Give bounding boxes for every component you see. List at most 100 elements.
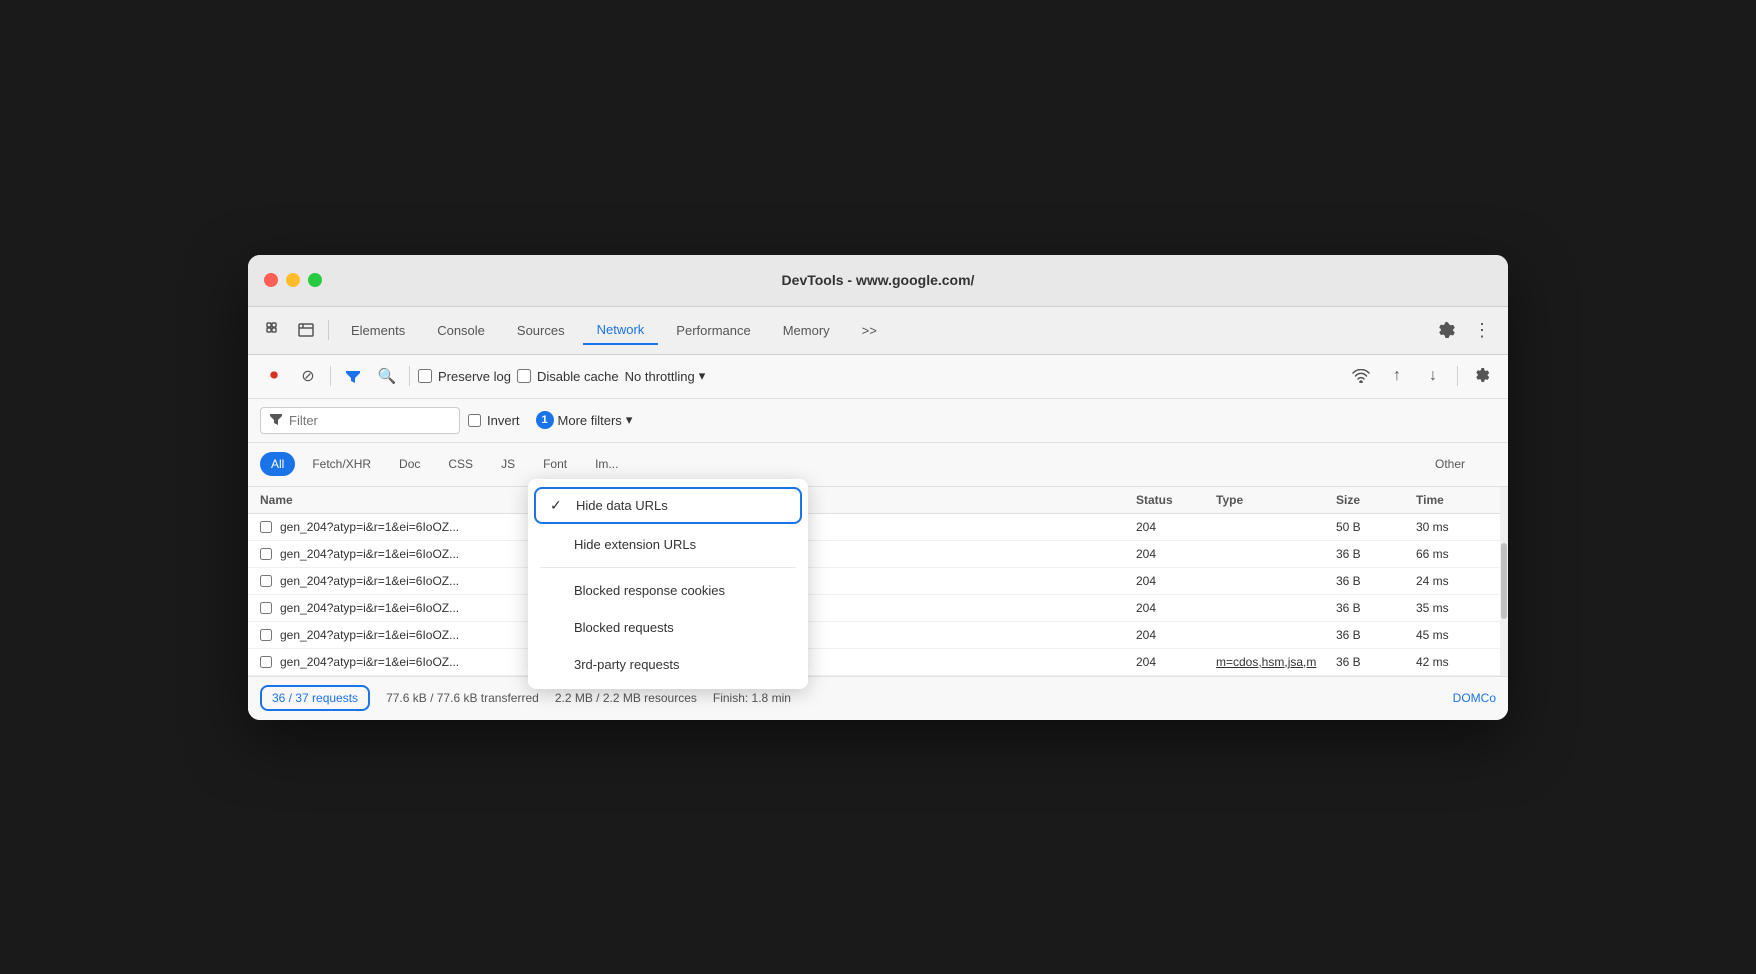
- search-button[interactable]: 🔍: [373, 362, 401, 390]
- throttle-selector[interactable]: No throttling ▾: [625, 368, 706, 384]
- tabs-bar: Elements Console Sources Network Perform…: [248, 307, 1508, 355]
- type-other-button[interactable]: Other: [1424, 452, 1476, 476]
- scrollbar-thumb[interactable]: [1501, 543, 1507, 619]
- tab-more[interactable]: >>: [848, 317, 891, 344]
- dropdown-item-label: Blocked requests: [574, 620, 674, 635]
- type-font-button[interactable]: Font: [532, 452, 578, 476]
- row-size: 36 B: [1336, 574, 1416, 588]
- table-row[interactable]: gen_204?atyp=i&r=1&ei=6IoOZ... 204 36 B …: [248, 541, 1508, 568]
- checkmark-icon: ✓: [550, 497, 566, 514]
- stop-recording-button[interactable]: ⏺: [260, 362, 288, 390]
- row-size: 36 B: [1336, 601, 1416, 615]
- row-size: 36 B: [1336, 547, 1416, 561]
- filter-icon-button[interactable]: [339, 362, 367, 390]
- cursor-icon[interactable]: [260, 316, 288, 344]
- type-filter-bar: All Fetch/XHR Doc CSS JS Font Im... ✓ Hi…: [248, 443, 1508, 487]
- dropdown-item-hide-extension-urls[interactable]: ✓ Hide extension URLs: [528, 526, 808, 563]
- minimize-button[interactable]: [286, 273, 300, 287]
- more-vert-icon[interactable]: ⋮: [1468, 316, 1496, 344]
- settings-icon[interactable]: [1432, 316, 1460, 344]
- dropdown-item-third-party[interactable]: ✓ 3rd-party requests: [528, 646, 808, 683]
- invert-checkbox[interactable]: [468, 414, 481, 427]
- disable-cache-text: Disable cache: [537, 369, 619, 384]
- network-toolbar: ⏺ ⊘ 🔍 Preserve log Disable cache No thro…: [248, 355, 1508, 399]
- type-css-button[interactable]: CSS: [437, 452, 484, 476]
- row-time: 45 ms: [1416, 628, 1496, 642]
- row-name: gen_204?atyp=i&r=1&ei=6IoOZ...: [280, 574, 459, 588]
- upload-har-icon[interactable]: ↑: [1383, 362, 1411, 390]
- table-row[interactable]: gen_204?atyp=i&r=1&ei=6IoOZ... 204 36 B …: [248, 568, 1508, 595]
- row-size: 36 B: [1336, 628, 1416, 642]
- tab-network[interactable]: Network: [583, 316, 659, 345]
- dropdown-item-hide-data-urls[interactable]: ✓ Hide data URLs: [534, 487, 802, 524]
- row-type: m=cdos,hsm,jsa,m: [1216, 655, 1336, 669]
- row-name: gen_204?atyp=i&r=1&ei=6IoOZ...: [280, 520, 459, 534]
- dropdown-divider: [540, 567, 796, 568]
- network-settings-icon[interactable]: [1468, 362, 1496, 390]
- col-time: Time: [1416, 493, 1496, 507]
- dropdown-item-label: Hide data URLs: [576, 498, 668, 513]
- type-js-button[interactable]: JS: [490, 452, 526, 476]
- separator-2: [409, 366, 410, 386]
- invert-text: Invert: [487, 413, 520, 428]
- row-time: 35 ms: [1416, 601, 1496, 615]
- more-filters-button[interactable]: 1 More filters ▾: [528, 407, 641, 433]
- tab-memory[interactable]: Memory: [769, 317, 844, 344]
- filter-input-wrap: [260, 407, 460, 434]
- row-checkbox[interactable]: [260, 575, 272, 587]
- row-time: 66 ms: [1416, 547, 1496, 561]
- filter-bar: Invert 1 More filters ▾: [248, 399, 1508, 443]
- clear-button[interactable]: ⊘: [294, 362, 322, 390]
- row-name: gen_204?atyp=i&r=1&ei=6IoOZ...: [280, 601, 459, 615]
- inspector-icon[interactable]: [292, 316, 320, 344]
- devtools-window: DevTools - www.google.com/ Elements Cons…: [248, 255, 1508, 720]
- row-checkbox[interactable]: [260, 521, 272, 533]
- tab-sources[interactable]: Sources: [503, 317, 579, 344]
- type-all-button[interactable]: All: [260, 452, 295, 476]
- invert-label[interactable]: Invert: [468, 413, 520, 428]
- separator-1: [330, 366, 331, 386]
- chevron-down-icon: ▾: [699, 368, 706, 384]
- table-row[interactable]: gen_204?atyp=i&r=1&ei=6IoOZ... 204 50 B …: [248, 514, 1508, 541]
- row-name: gen_204?atyp=i&r=1&ei=6IoOZ...: [280, 628, 459, 642]
- dropdown-item-blocked-requests[interactable]: ✓ Blocked requests: [528, 609, 808, 646]
- tab-console[interactable]: Console: [423, 317, 499, 344]
- separator-3: [1457, 366, 1458, 386]
- status-bar: 36 / 37 requests 77.6 kB / 77.6 kB trans…: [248, 676, 1508, 720]
- type-img-button[interactable]: Im...: [584, 452, 629, 476]
- tab-elements[interactable]: Elements: [337, 317, 419, 344]
- window-title: DevTools - www.google.com/: [782, 272, 975, 288]
- row-time: 42 ms: [1416, 655, 1496, 669]
- row-checkbox[interactable]: [260, 548, 272, 560]
- row-checkbox[interactable]: [260, 629, 272, 641]
- maximize-button[interactable]: [308, 273, 322, 287]
- preserve-log-checkbox[interactable]: [418, 369, 432, 383]
- col-size: Size: [1336, 493, 1416, 507]
- row-checkbox[interactable]: [260, 602, 272, 614]
- row-status: 204: [1136, 547, 1216, 561]
- disable-cache-label[interactable]: Disable cache: [517, 369, 619, 384]
- table-row[interactable]: gen_204?atyp=i&r=1&ei=6IoOZ... 204 m=cdo…: [248, 649, 1508, 676]
- dropdown-item-blocked-cookies[interactable]: ✓ Blocked response cookies: [528, 572, 808, 609]
- tabs-right: ⋮: [1432, 316, 1496, 344]
- disable-cache-checkbox[interactable]: [517, 369, 531, 383]
- scrollbar-track: [1500, 487, 1508, 676]
- titlebar: DevTools - www.google.com/: [248, 255, 1508, 307]
- col-status: Status: [1136, 493, 1216, 507]
- row-checkbox[interactable]: [260, 656, 272, 668]
- table-row[interactable]: gen_204?atyp=i&r=1&ei=6IoOZ... 204 36 B …: [248, 622, 1508, 649]
- wifi-icon[interactable]: [1347, 362, 1375, 390]
- filter-input[interactable]: [289, 413, 439, 428]
- tab-performance[interactable]: Performance: [662, 317, 764, 344]
- row-status: 204: [1136, 520, 1216, 534]
- type-fetch-xhr-button[interactable]: Fetch/XHR: [301, 452, 382, 476]
- chevron-down-icon: ▾: [626, 412, 633, 428]
- table-row[interactable]: gen_204?atyp=i&r=1&ei=6IoOZ... 204 36 B …: [248, 595, 1508, 622]
- row-status: 204: [1136, 574, 1216, 588]
- dropdown-item-label: 3rd-party requests: [574, 657, 680, 672]
- more-filters-area: 1 More filters ▾: [528, 407, 641, 433]
- type-doc-button[interactable]: Doc: [388, 452, 431, 476]
- close-button[interactable]: [264, 273, 278, 287]
- preserve-log-label[interactable]: Preserve log: [418, 369, 511, 384]
- download-har-icon[interactable]: ↓: [1419, 362, 1447, 390]
